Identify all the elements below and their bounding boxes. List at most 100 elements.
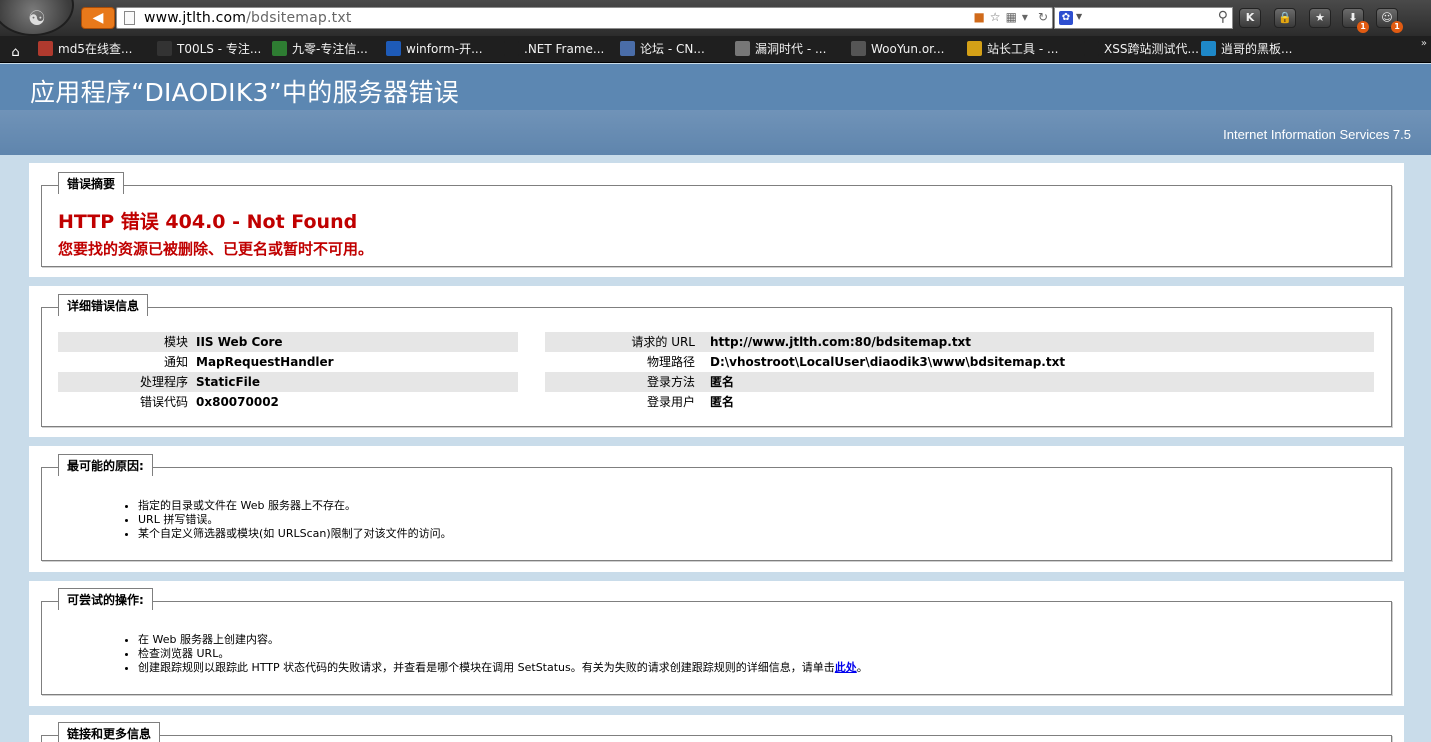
causes-panel: 最可能的原因: 指定的目录或文件在 Web 服务器上不存在。 URL 拼写错误。… (29, 446, 1404, 572)
extension-icon[interactable]: ■ (973, 10, 984, 24)
bookmark-label: .NET Frame... (524, 42, 605, 56)
address-bar-icons: ■ ☆ ▦ ▾ ↻ (968, 10, 1048, 24)
detail-key: 处理程序 (139, 375, 188, 389)
error-summary-fieldset: 错误摘要 HTTP 错误 404.0 - Not Found 您要找的资源已被删… (41, 172, 1392, 267)
help-link[interactable]: 此处 (835, 661, 857, 674)
browser-toolbar: ☯ ◀ www.jtlth.com/bdsitemap.txt ■ ☆ ▦ ▾ ↻ ✿ … (0, 0, 1431, 36)
causes-fieldset: 最可能的原因: 指定的目录或文件在 Web 服务器上不存在。 URL 拼写错误。… (41, 454, 1392, 561)
bookmark-favicon-icon (851, 41, 866, 56)
error-message: 您要找的资源已被删除、已更名或暂时不可用。 (58, 240, 374, 258)
browser-menu-button[interactable]: ☯ (0, 0, 74, 36)
download-icon: ⬇ (1348, 11, 1358, 24)
detailed-error-fieldset: 详细错误信息 模块 IIS Web Core 通知 MapRequestHand… (41, 294, 1392, 427)
search-box[interactable]: ✿ ▼ ⚲ (1054, 7, 1233, 29)
search-engine-icon[interactable]: ✿ (1059, 11, 1073, 25)
detail-key: 通知 (163, 355, 188, 369)
notification-badge: 1 (1391, 21, 1403, 33)
action-text-suffix: 。 (856, 661, 868, 674)
bookmark-label: WooYun.or... (871, 42, 945, 56)
detail-row: 错误代码 0x80070002 (58, 392, 518, 412)
home-button[interactable]: ⌂ (8, 40, 28, 60)
bookmark-item[interactable]: XSS跨站测试代... (1084, 40, 1199, 59)
lock-button[interactable]: 🔒 (1274, 8, 1296, 28)
bookmark-label: md5在线查... (58, 42, 133, 56)
detail-value: 0x80070002 (196, 395, 279, 409)
bookmarks-overflow-icon[interactable]: » (1421, 38, 1427, 49)
k-extension-button[interactable]: K (1239, 8, 1261, 28)
bookmark-label: 九零-专注信... (292, 42, 368, 56)
detail-key: 登录用户 (646, 395, 695, 409)
url-text[interactable]: www.jtlth.com/bdsitemap.txt (144, 10, 352, 26)
action-text: 创建跟踪规则以跟踪此 HTTP 状态代码的失败请求，并查看是哪个模块在调用 Se… (138, 661, 835, 674)
addon-button[interactable]: ☺ 1 (1376, 8, 1403, 33)
server-version: Internet Information Services 7.5 (1223, 127, 1411, 142)
list-item: 某个自定义筛选器或模块(如 URLScan)限制了对该文件的访问。 (138, 527, 452, 541)
links-panel: 链接和更多信息 (29, 715, 1404, 742)
browser-logo-icon: ☯ (28, 6, 46, 30)
causes-legend: 最可能的原因: (58, 454, 153, 478)
bookmark-item[interactable]: .NET Frame... (504, 40, 604, 59)
bookmark-item[interactable]: md5在线查... (38, 40, 132, 59)
bookmark-label: 论坛 - CN... (640, 42, 705, 56)
error-title: HTTP 错误 404.0 - Not Found (58, 211, 358, 233)
detail-value: 匿名 (710, 375, 735, 389)
bookmark-favicon-icon (620, 41, 635, 56)
detail-row: 物理路径 D:\vhostroot\LocalUser\diaodik3\www… (545, 352, 1374, 372)
back-button[interactable]: ◀ (81, 7, 115, 29)
error-summary-legend: 错误摘要 (58, 172, 125, 196)
reload-icon[interactable]: ↻ (1038, 10, 1048, 24)
lock-icon: 🔒 (1278, 11, 1292, 24)
detailed-error-panel: 详细错误信息 模块 IIS Web Core 通知 MapRequestHand… (29, 286, 1404, 437)
bookmark-item[interactable]: 漏洞时代 - ... (735, 40, 826, 59)
bookmark-item[interactable]: winform-开... (386, 40, 483, 59)
bookmark-item[interactable]: WooYun.or... (851, 40, 944, 59)
search-input[interactable] (1089, 10, 1209, 26)
bookmark-favicon-icon (1201, 41, 1216, 56)
actions-legend: 可尝试的操作: (58, 588, 153, 612)
detail-row: 模块 IIS Web Core (58, 332, 518, 352)
bookmark-star-icon[interactable]: ☆ (990, 10, 1001, 24)
qr-code-icon[interactable]: ▦ (1006, 10, 1017, 24)
bookmark-favicon-icon (157, 41, 172, 56)
page-title: 应用程序“DIAODIK3”中的服务器错误 (30, 78, 460, 107)
bookmark-label: T00LS - 专注... (177, 42, 262, 56)
causes-list: 指定的目录或文件在 Web 服务器上不存在。 URL 拼写错误。 某个自定义筛选… (138, 499, 452, 541)
actions-panel: 可尝试的操作: 在 Web 服务器上创建内容。 检查浏览器 URL。 创建跟踪规… (29, 581, 1404, 706)
detail-row: 处理程序 StaticFile (58, 372, 518, 392)
bookmark-favicon-icon (504, 41, 519, 56)
download-button[interactable]: ⬇ 1 (1342, 8, 1369, 33)
bookmark-label: 漏洞时代 - ... (755, 42, 827, 56)
bookmark-item[interactable]: 站长工具 - ... (967, 40, 1058, 59)
bookmark-item[interactable]: 论坛 - CN... (620, 40, 705, 59)
detail-value: IIS Web Core (196, 335, 283, 349)
detail-row: 登录用户 匿名 (545, 392, 1374, 412)
detail-row: 通知 MapRequestHandler (58, 352, 518, 372)
star-icon: ★ (1315, 11, 1325, 24)
bookmark-label: XSS跨站测试代... (1104, 42, 1199, 56)
home-icon: ⌂ (11, 45, 20, 60)
bookmark-item[interactable]: 九零-专注信... (272, 40, 368, 59)
address-bar[interactable]: www.jtlth.com/bdsitemap.txt ■ ☆ ▦ ▾ ↻ (116, 7, 1053, 29)
list-item: 指定的目录或文件在 Web 服务器上不存在。 (138, 499, 452, 513)
bookmark-favicon-icon (735, 41, 750, 56)
chevron-down-icon[interactable]: ▾ (1022, 10, 1028, 24)
search-icon[interactable]: ⚲ (1218, 9, 1228, 25)
detailed-error-legend: 详细错误信息 (58, 294, 149, 318)
bookmark-item[interactable]: T00LS - 专注... (157, 40, 261, 59)
detail-value: 匿名 (710, 395, 735, 409)
bookmark-item[interactable]: 逍哥的黑板... (1201, 40, 1292, 59)
detail-value: MapRequestHandler (196, 355, 334, 369)
chevron-down-icon[interactable]: ▼ (1076, 12, 1082, 21)
bookmark-favicon-icon (272, 41, 287, 56)
star-button[interactable]: ★ (1309, 8, 1331, 28)
bookmark-label: winform-开... (406, 42, 483, 56)
bookmark-favicon-icon (38, 41, 53, 56)
detail-key: 错误代码 (139, 395, 188, 409)
detail-key: 请求的 URL (631, 335, 695, 349)
list-item: URL 拼写错误。 (138, 513, 452, 527)
actions-list: 在 Web 服务器上创建内容。 检查浏览器 URL。 创建跟踪规则以跟踪此 HT… (138, 633, 868, 675)
list-item: 检查浏览器 URL。 (138, 647, 868, 661)
addon-icon: ☺ (1381, 11, 1393, 24)
list-item: 创建跟踪规则以跟踪此 HTTP 状态代码的失败请求，并查看是哪个模块在调用 Se… (138, 661, 868, 675)
bookmark-favicon-icon (386, 41, 401, 56)
